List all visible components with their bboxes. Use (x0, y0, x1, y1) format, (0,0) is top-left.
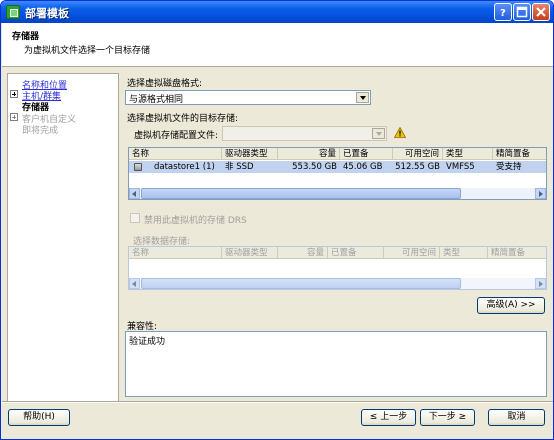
deploy-template-window: 部署模板 ? 存储器 为虚拟机文件选择一个目标存储 名称和位置 主机/群集 存储… (0, 0, 554, 440)
cancel-button[interactable]: 取消 (488, 409, 545, 426)
compatibility-textbox[interactable]: 验证成功 (125, 331, 547, 397)
storage-profile-label: 虚拟机存储配置文件: (134, 131, 219, 141)
cell-free-space: 512.55 GB (395, 162, 440, 172)
maximize-button[interactable] (513, 3, 531, 21)
column-header-free-space[interactable]: 可用空间 (393, 148, 443, 160)
disk-format-value: 与源格式相同 (129, 95, 184, 105)
cell-capacity: 553.50 GB (292, 162, 337, 172)
window-title: 部署模板 (25, 7, 69, 20)
close-icon (536, 7, 546, 17)
table-header: 名称 驱动器类型 容量 已置备 可用空间 类型 精简置备 (129, 247, 546, 259)
page-title: 存储器 (12, 32, 40, 42)
storage-profile-select[interactable] (222, 126, 387, 141)
scroll-right-icon (535, 278, 546, 289)
datastore-table-scrollbar[interactable] (129, 188, 546, 199)
select-datastore-table: 名称 驱动器类型 容量 已置备 可用空间 类型 精简置备 (128, 246, 547, 290)
wizard-header: 存储器 为虚拟机文件选择一个目标存储 (2, 23, 553, 67)
column-header-thin-provisioning[interactable]: 精简置备 (493, 148, 546, 160)
disk-format-label: 选择虚拟磁盘格式: (127, 79, 203, 89)
table-row[interactable]: datastore1 (1) 非 SSD 553.50 GB 45.06 GB … (129, 161, 546, 173)
app-icon (6, 5, 20, 19)
datastore-icon (134, 163, 142, 171)
cell-type: VMFS5 (446, 162, 475, 172)
advanced-button[interactable]: 高级(A) >> (477, 297, 545, 314)
column-header-capacity[interactable]: 容量 (278, 148, 340, 160)
column-header-name[interactable]: 名称 (129, 148, 222, 160)
page-subtitle: 为虚拟机文件选择一个目标存储 (24, 46, 151, 56)
table-header: 名称 驱动器类型 容量 已置备 可用空间 类型 精简置备 (129, 148, 546, 160)
help-window-button[interactable]: ? (494, 3, 512, 21)
datastore-table[interactable]: 名称 驱动器类型 容量 已置备 可用空间 类型 精简置备 datastore1 … (128, 147, 547, 200)
close-button[interactable] (532, 3, 550, 21)
scroll-thumb[interactable] (141, 188, 461, 199)
cell-thin-provisioning: 受支持 (496, 162, 522, 172)
column-header-drive-type: 驱动器类型 (222, 247, 278, 259)
warning-icon (394, 127, 406, 138)
drs-checkbox-label: 禁用此虚拟机的存储 DRS (144, 216, 247, 226)
column-header-type[interactable]: 类型 (443, 148, 493, 160)
scroll-left-icon (129, 278, 140, 289)
column-header-provisioned: 已置备 (328, 247, 384, 259)
help-icon: ? (500, 8, 506, 18)
column-header-drive-type[interactable]: 驱动器类型 (222, 148, 278, 160)
compatibility-text: 验证成功 (129, 337, 166, 347)
scroll-left-icon[interactable] (129, 188, 140, 199)
svg-text:?: ? (500, 8, 506, 18)
cell-drive-type: 非 SSD (225, 162, 254, 172)
title-bar[interactable]: 部署模板 ? (1, 1, 553, 23)
help-button[interactable]: 帮助(H) (8, 409, 70, 426)
column-header-free-space: 可用空间 (384, 247, 440, 259)
chevron-down-icon[interactable] (356, 92, 369, 103)
cell-name: datastore1 (1) (154, 162, 215, 172)
target-storage-label: 选择虚拟机文件的目标存储: (127, 114, 239, 124)
column-header-thin-provisioning: 精简置备 (488, 247, 546, 259)
back-button[interactable]: ≤ 上一步 (361, 409, 416, 426)
cell-provisioned: 45.06 GB (343, 162, 383, 172)
column-header-provisioned[interactable]: 已置备 (340, 148, 393, 160)
column-header-name: 名称 (129, 247, 222, 259)
drs-checkbox[interactable] (130, 213, 140, 223)
scroll-right-icon[interactable] (535, 188, 546, 199)
scroll-thumb (141, 278, 461, 289)
chevron-down-icon (372, 128, 385, 139)
column-header-capacity: 容量 (278, 247, 328, 259)
nav-item-ready-to-complete: 即将完成 (22, 126, 59, 136)
wizard-nav: 名称和位置 主机/群集 存储器 客户机自定义 即将完成 (7, 73, 119, 403)
column-header-type: 类型 (440, 247, 488, 259)
footer-divider (2, 401, 553, 402)
next-button[interactable]: 下一步 ≥ (420, 409, 475, 426)
select-datastore-scrollbar (129, 278, 546, 289)
expand-icon (10, 113, 18, 121)
expand-icon[interactable] (10, 90, 18, 98)
disk-format-select[interactable]: 与源格式相同 (125, 90, 371, 105)
maximize-icon (516, 6, 528, 18)
